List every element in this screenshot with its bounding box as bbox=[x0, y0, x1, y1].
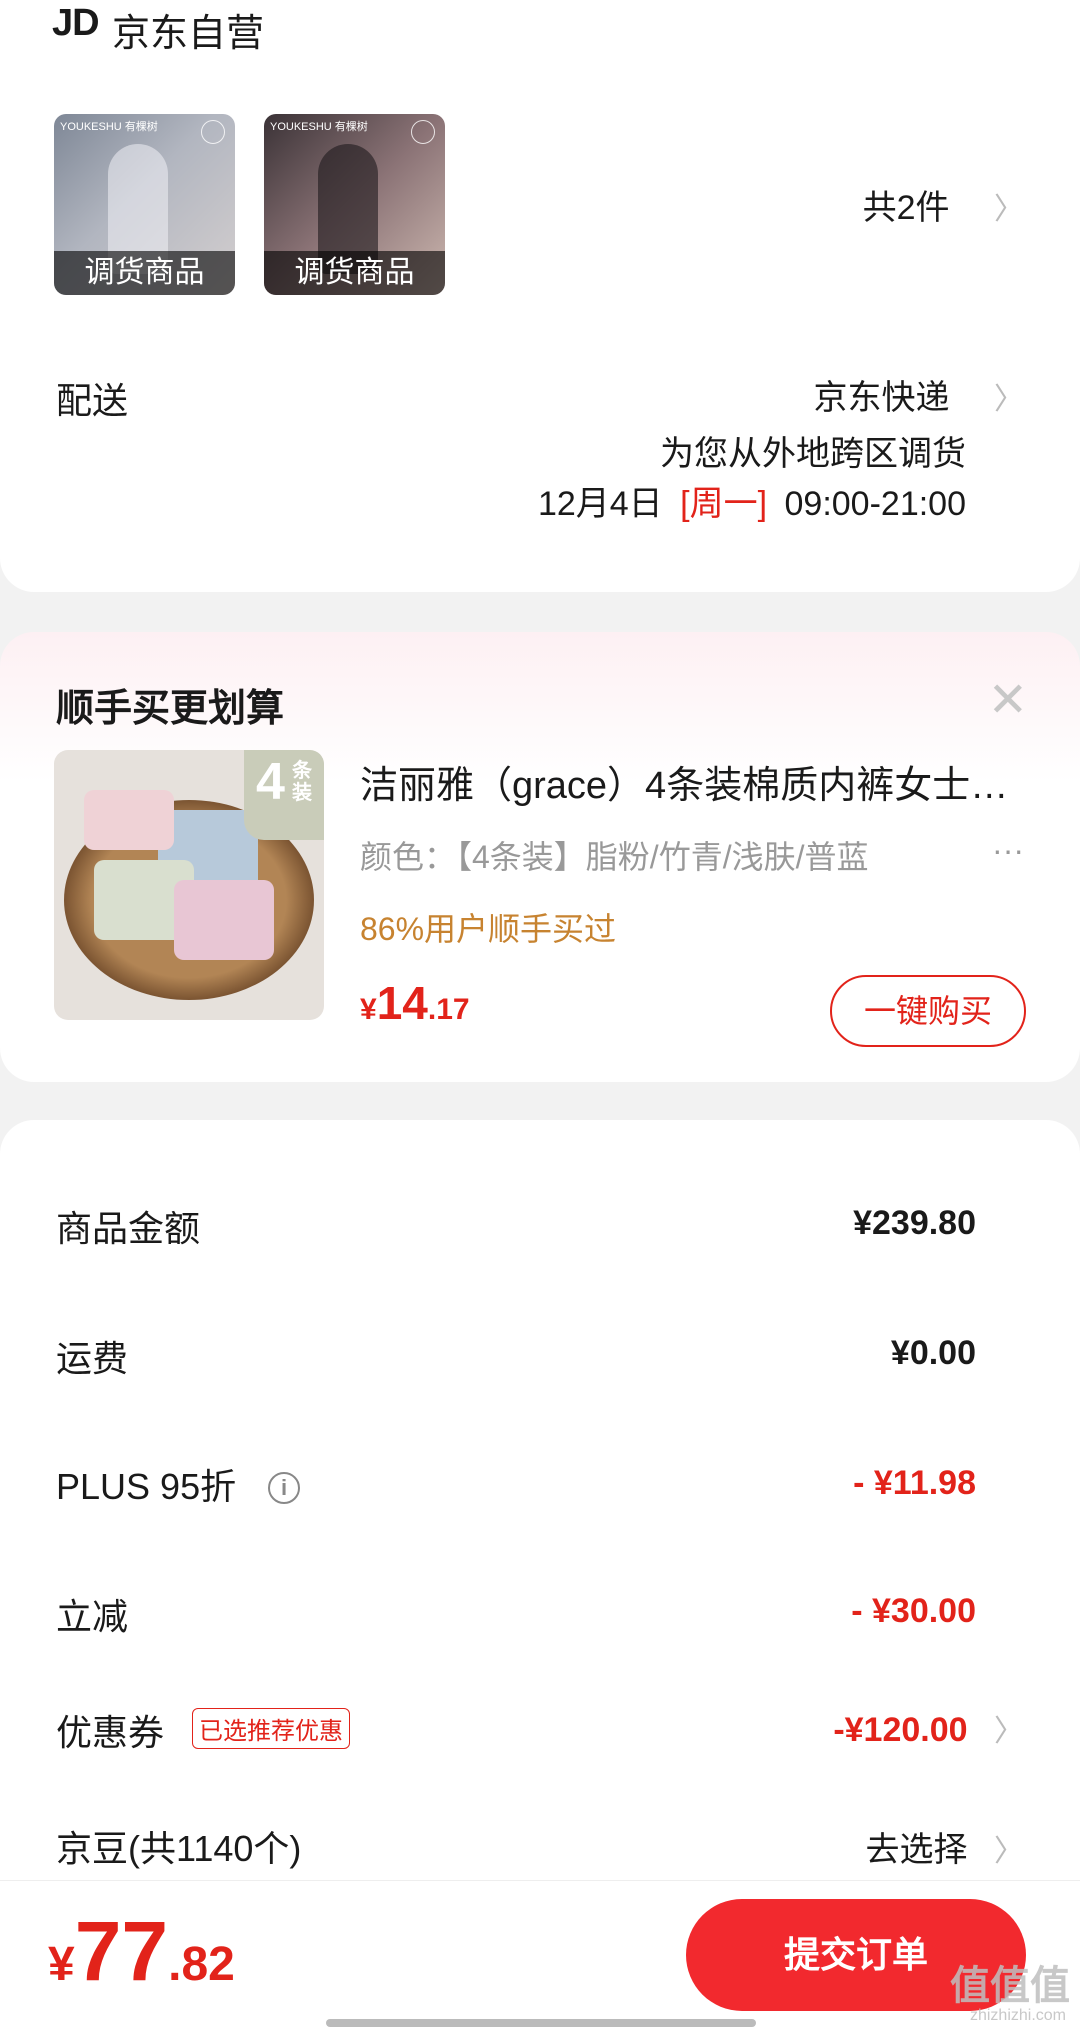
jd-beans-link[interactable]: 去选择 〉 bbox=[866, 1822, 1024, 1871]
delivery-label: 配送 bbox=[56, 380, 129, 421]
shop-name: 京东自营 bbox=[112, 13, 265, 55]
jd-logo: JD bbox=[52, 2, 100, 44]
addon-spec[interactable]: 颜色：【4条装】脂粉/竹青/浅肤/普蓝 bbox=[360, 832, 960, 878]
transfer-goods-label: 调货商品 bbox=[54, 251, 235, 295]
coupon-tag: 已选推荐优惠 bbox=[192, 1708, 351, 1749]
info-icon[interactable]: i bbox=[268, 1472, 301, 1504]
brand-mark: YOUKESHU 有棵树 bbox=[270, 121, 368, 133]
coupon-row[interactable]: 优惠券 已选推荐优惠 bbox=[56, 1704, 351, 1756]
social-proof: 86%用户顺手买过 bbox=[360, 911, 617, 947]
eco-badge-icon bbox=[201, 120, 225, 144]
addon-product-image[interactable]: 4 条装 bbox=[54, 750, 324, 1020]
delivery-note: 为您从外地跨区调货 bbox=[660, 435, 966, 473]
product-swatch bbox=[174, 880, 274, 960]
plus-discount-row: PLUS 95折 i bbox=[56, 1458, 301, 1510]
total-price: ¥77.82 bbox=[48, 1904, 235, 1998]
product-thumbnail[interactable]: YOUKESHU 有棵树 调货商品 bbox=[54, 114, 235, 295]
plus-discount-label: PLUS 95折 bbox=[56, 1466, 237, 1507]
chevron-right-icon: 〉 bbox=[994, 193, 1024, 226]
addon-price: ¥14.17 bbox=[360, 977, 470, 1029]
product-thumbnail[interactable]: YOUKESHU 有棵树 调货商品 bbox=[264, 114, 445, 295]
chevron-right-icon: 〉 bbox=[994, 1715, 1024, 1748]
coupon-link[interactable]: -¥120.00 〉 bbox=[833, 1706, 1024, 1750]
addon-title: 顺手买更划算 bbox=[56, 688, 285, 730]
coupon-label: 优惠券 bbox=[56, 1712, 165, 1753]
coupon-value: -¥120.00 bbox=[833, 1711, 968, 1749]
shipping-label: 运费 bbox=[56, 1338, 129, 1379]
shop-card: JD 京东自营 YOUKESHU 有棵树 调货商品 YOUKESHU 有棵树 调… bbox=[0, 0, 1080, 592]
delivery-slot: 12月4日 [周一] 09:00-21:00 bbox=[538, 476, 966, 525]
chevron-right-icon: 〉 bbox=[994, 383, 1024, 416]
jd-beans-label: 京豆(共1140个) bbox=[56, 1828, 302, 1869]
more-icon[interactable]: ··· bbox=[992, 832, 1024, 869]
home-indicator[interactable] bbox=[326, 2019, 756, 2027]
transfer-goods-label: 调货商品 bbox=[264, 251, 445, 295]
pack-count-badge: 4 条装 bbox=[244, 750, 324, 840]
shipping-value: ¥0.00 bbox=[890, 1334, 976, 1372]
delivery-weekday: [周一] bbox=[680, 485, 768, 523]
chevron-right-icon: 〉 bbox=[994, 1835, 1024, 1868]
watermark-logo: 值值值 bbox=[950, 1964, 1070, 2008]
addon-product-name[interactable]: 洁丽雅（grace）4条装棉质内裤女士中腰 bbox=[360, 754, 1010, 809]
goods-amount-label: 商品金额 bbox=[56, 1208, 201, 1249]
delivery-date: 12月4日 bbox=[537, 485, 663, 523]
delivery-method-link[interactable]: 京东快递 〉 bbox=[814, 370, 1024, 419]
close-icon[interactable]: ✕ bbox=[988, 672, 1028, 728]
plus-discount-value: - ¥11.98 bbox=[853, 1464, 976, 1502]
eco-badge-icon bbox=[411, 120, 435, 144]
brand-mark: YOUKESHU 有棵树 bbox=[60, 121, 158, 133]
delivery-time: 09:00-21:00 bbox=[784, 485, 967, 523]
delivery-method: 京东快递 bbox=[813, 379, 950, 417]
addon-card: 顺手买更划算 ✕ 4 条装 洁丽雅（grace）4条装棉质内裤女士中腰 颜色：【… bbox=[0, 632, 1080, 1082]
goods-amount-value: ¥239.80 bbox=[853, 1204, 976, 1242]
jd-beans-action: 去选择 bbox=[865, 1831, 968, 1869]
item-count-link[interactable]: 共2件 〉 bbox=[863, 180, 1024, 229]
checkout-bar: ¥77.82 提交订单 值值值 zhizhizhi.com bbox=[0, 1880, 1080, 2028]
instant-discount-label: 立减 bbox=[56, 1596, 129, 1637]
watermark-url: zhizhizhi.com bbox=[969, 2007, 1066, 2024]
item-count: 共2件 bbox=[862, 189, 950, 227]
product-swatch bbox=[84, 790, 174, 850]
one-click-buy-button[interactable]: 一键购买 bbox=[830, 975, 1026, 1047]
instant-discount-value: - ¥30.00 bbox=[851, 1592, 976, 1630]
